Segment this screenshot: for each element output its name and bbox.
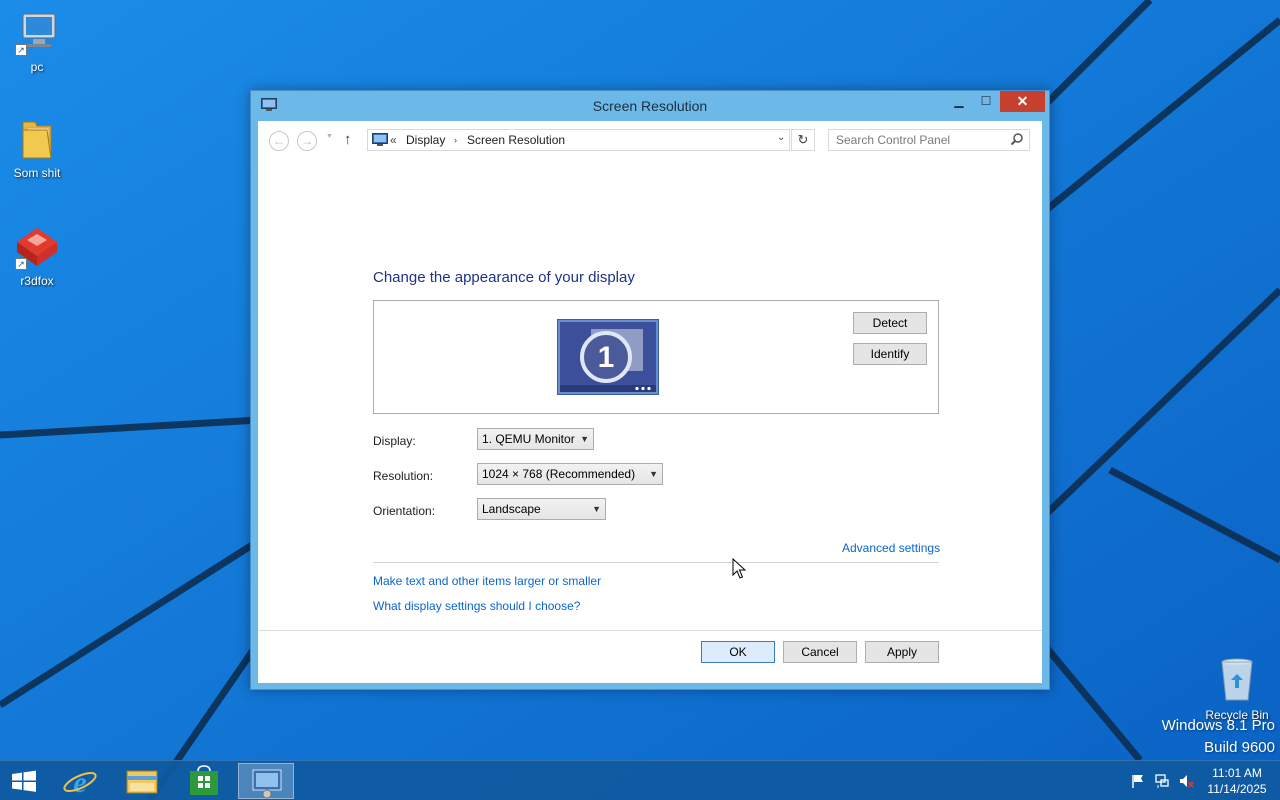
desktop-icon-label: r3dfox xyxy=(20,274,54,288)
divider xyxy=(373,562,939,563)
store-icon xyxy=(190,765,218,795)
orientation-label: Orientation: xyxy=(373,504,436,518)
display-settings-icon xyxy=(252,769,282,799)
breadcrumb-display[interactable]: Display xyxy=(406,133,445,147)
mouse-cursor-icon xyxy=(732,558,746,579)
monitor-number: 1 xyxy=(598,341,615,374)
cancel-button[interactable]: Cancel xyxy=(783,641,857,663)
close-button[interactable]: ✕ xyxy=(1000,91,1045,112)
desktop-icon-pc[interactable]: ↗ pc xyxy=(0,8,74,74)
display-help-link[interactable]: What display settings should I choose? xyxy=(373,599,580,613)
detect-button[interactable]: Detect xyxy=(853,312,927,334)
chevron-down-icon: ▼ xyxy=(580,434,589,444)
breadcrumb-screen-resolution[interactable]: Screen Resolution xyxy=(467,133,565,147)
address-dropdown-icon[interactable]: ⌄ xyxy=(777,132,785,143)
minimize-button[interactable]: ▁ xyxy=(948,91,970,112)
display-select[interactable]: 1. QEMU Monitor ▼ xyxy=(477,428,594,450)
desktop-icon-folder[interactable]: Som shit xyxy=(0,114,74,180)
recycle-bin-icon xyxy=(1213,656,1261,704)
watermark-edition: Windows 8.1 Pro xyxy=(1161,717,1275,734)
os-watermark: Windows 8.1 Pro Build 9600 xyxy=(1162,717,1275,756)
internet-explorer-icon: e xyxy=(63,766,97,799)
refresh-button[interactable]: ↻ xyxy=(791,129,815,151)
network-icon[interactable] xyxy=(1154,773,1170,789)
display-select-value: 1. QEMU Monitor xyxy=(482,432,575,446)
forward-button[interactable]: → xyxy=(297,131,317,151)
resolution-select-value: 1024 × 768 (Recommended) xyxy=(482,467,636,481)
taskbar-store[interactable] xyxy=(176,763,232,799)
text-size-link[interactable]: Make text and other items larger or smal… xyxy=(373,574,601,588)
desktop-icon-label: Som shit xyxy=(13,166,61,180)
search-icon[interactable] xyxy=(1010,132,1024,146)
taskbar: e 11:01 AM 11/14/2025 xyxy=(0,760,1280,800)
ok-button[interactable]: OK xyxy=(701,641,775,663)
desktop-icon-recycle-bin[interactable]: Recycle Bin xyxy=(1200,656,1274,722)
window-title: Screen Resolution xyxy=(592,98,708,114)
identify-button[interactable]: Identify xyxy=(853,343,927,365)
breadcrumb-overflow-icon[interactable]: « xyxy=(390,133,397,147)
control-panel-icon xyxy=(372,133,388,146)
clock-date: 11/14/2025 xyxy=(1207,782,1267,796)
page-heading: Change the appearance of your display xyxy=(373,269,635,286)
folder-icon xyxy=(13,114,61,162)
watermark-build: Build 9600 xyxy=(1204,739,1275,756)
breadcrumb-separator-icon[interactable]: › xyxy=(454,135,457,145)
display-label: Display: xyxy=(373,434,416,448)
clock-time: 11:01 AM xyxy=(1212,766,1262,780)
screen-resolution-window: Screen Resolution ▁ ☐ ✕ ← → ▼ ↑ « Displa… xyxy=(250,90,1050,690)
taskbar-file-explorer[interactable] xyxy=(114,763,170,799)
display-preview-area: 1 Detect Identify xyxy=(373,300,939,414)
window-titlebar[interactable]: Screen Resolution ▁ ☐ ✕ xyxy=(251,91,1049,121)
desktop-icon-r3dfox[interactable]: ↗ r3dfox xyxy=(0,222,74,288)
orientation-select-value: Landscape xyxy=(482,502,541,516)
svg-text:e: e xyxy=(73,766,86,799)
start-button[interactable] xyxy=(0,763,48,799)
monitor-1-preview[interactable]: 1 xyxy=(557,319,659,395)
apply-button[interactable]: Apply xyxy=(865,641,939,663)
volume-muted-icon[interactable] xyxy=(1178,773,1194,789)
footer-divider xyxy=(258,630,1042,631)
up-button[interactable]: ↑ xyxy=(344,131,352,148)
window-client-area: ← → ▼ ↑ « Display › Screen Resolution ⌄ … xyxy=(258,121,1042,683)
computer-icon: ↗ xyxy=(13,8,61,56)
file-explorer-icon xyxy=(126,770,158,794)
orientation-select[interactable]: Landscape ▼ xyxy=(477,498,606,520)
taskbar-internet-explorer[interactable]: e xyxy=(52,763,108,799)
resolution-select[interactable]: 1024 × 768 (Recommended) ▼ xyxy=(477,463,663,485)
action-center-flag-icon[interactable] xyxy=(1130,773,1146,789)
search-input[interactable] xyxy=(830,131,1000,149)
taskbar-screen-resolution[interactable] xyxy=(238,763,294,799)
r3dfox-icon: ↗ xyxy=(13,222,61,270)
recent-locations-chevron-icon[interactable]: ▼ xyxy=(326,133,333,140)
shortcut-arrow-icon: ↗ xyxy=(15,44,27,56)
advanced-settings-link[interactable]: Advanced settings xyxy=(842,541,940,555)
taskbar-clock[interactable]: 11:01 AM 11/14/2025 xyxy=(1200,765,1274,797)
chevron-down-icon: ▼ xyxy=(592,504,601,514)
address-bar[interactable]: « Display › Screen Resolution ⌄ xyxy=(367,129,790,151)
start-icon xyxy=(12,770,36,792)
resolution-label: Resolution: xyxy=(373,469,434,483)
desktop-icon-label: pc xyxy=(30,60,44,74)
chevron-down-icon: ▼ xyxy=(649,469,658,479)
back-button[interactable]: ← xyxy=(269,131,289,151)
shortcut-arrow-icon: ↗ xyxy=(15,258,27,270)
maximize-button[interactable]: ☐ xyxy=(974,91,998,112)
search-box[interactable] xyxy=(828,129,1030,151)
